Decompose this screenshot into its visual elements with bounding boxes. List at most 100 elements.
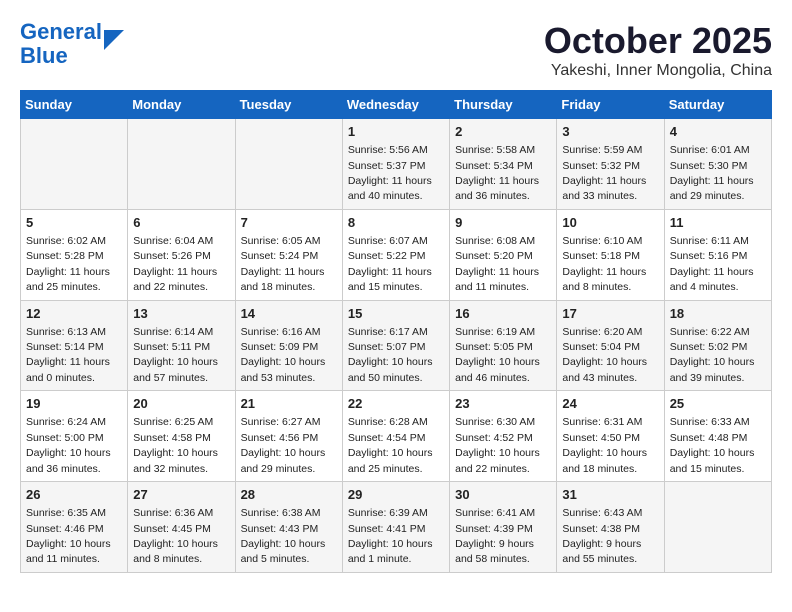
day-info: Sunrise: 6:22 AM Sunset: 5:02 PM Dayligh… bbox=[670, 326, 755, 384]
day-info: Sunrise: 6:01 AM Sunset: 5:30 PM Dayligh… bbox=[670, 144, 754, 202]
page-subtitle: Yakeshi, Inner Mongolia, China bbox=[544, 62, 772, 80]
day-info: Sunrise: 6:13 AM Sunset: 5:14 PM Dayligh… bbox=[26, 326, 110, 384]
col-header-friday: Friday bbox=[557, 91, 664, 119]
day-info: Sunrise: 6:28 AM Sunset: 4:54 PM Dayligh… bbox=[348, 416, 433, 474]
calendar-cell: 31 Sunrise: 6:43 AM Sunset: 4:38 PM Dayli… bbox=[557, 482, 664, 573]
calendar-cell: 19 Sunrise: 6:24 AM Sunset: 5:00 PM Dayli… bbox=[21, 391, 128, 482]
calendar-cell: 6 Sunrise: 6:04 AM Sunset: 5:26 PM Daylig… bbox=[128, 209, 235, 300]
day-info: Sunrise: 6:08 AM Sunset: 5:20 PM Dayligh… bbox=[455, 235, 539, 293]
day-number: 14 bbox=[241, 305, 337, 323]
day-number: 5 bbox=[26, 214, 122, 232]
logo-text: General Blue bbox=[20, 20, 102, 68]
calendar-week-2: 5 Sunrise: 6:02 AM Sunset: 5:28 PM Daylig… bbox=[21, 209, 772, 300]
day-number: 31 bbox=[562, 486, 658, 504]
day-info: Sunrise: 6:25 AM Sunset: 4:58 PM Dayligh… bbox=[133, 416, 218, 474]
col-header-tuesday: Tuesday bbox=[235, 91, 342, 119]
calendar-cell: 12 Sunrise: 6:13 AM Sunset: 5:14 PM Dayli… bbox=[21, 300, 128, 391]
day-info: Sunrise: 6:24 AM Sunset: 5:00 PM Dayligh… bbox=[26, 416, 111, 474]
day-number: 17 bbox=[562, 305, 658, 323]
calendar-cell bbox=[664, 482, 771, 573]
calendar-cell: 11Sunrise: 6:11 AM Sunset: 5:16 PM Dayli… bbox=[664, 209, 771, 300]
calendar-cell: 13 Sunrise: 6:14 AM Sunset: 5:11 PM Dayli… bbox=[128, 300, 235, 391]
col-header-saturday: Saturday bbox=[664, 91, 771, 119]
day-info: Sunrise: 6:41 AM Sunset: 4:39 PM Dayligh… bbox=[455, 507, 535, 565]
calendar-cell bbox=[235, 119, 342, 210]
day-number: 3 bbox=[562, 123, 658, 141]
day-info: Sunrise: 6:14 AM Sunset: 5:11 PM Dayligh… bbox=[133, 326, 218, 384]
page-header: General Blue October 2025 Yakeshi, Inner… bbox=[20, 20, 772, 80]
day-number: 10 bbox=[562, 214, 658, 232]
day-number: 25 bbox=[670, 395, 766, 413]
calendar-cell: 4 Sunrise: 6:01 AM Sunset: 5:30 PM Daylig… bbox=[664, 119, 771, 210]
page-title: October 2025 bbox=[544, 20, 772, 62]
calendar-cell bbox=[21, 119, 128, 210]
calendar-cell: 30 Sunrise: 6:41 AM Sunset: 4:39 PM Dayli… bbox=[450, 482, 557, 573]
day-info: Sunrise: 6:04 AM Sunset: 5:26 PM Dayligh… bbox=[133, 235, 217, 293]
day-number: 26 bbox=[26, 486, 122, 504]
calendar-cell: 22Sunrise: 6:28 AM Sunset: 4:54 PM Dayli… bbox=[342, 391, 449, 482]
day-number: 1 bbox=[348, 123, 444, 141]
day-info: Sunrise: 6:17 AM Sunset: 5:07 PM Dayligh… bbox=[348, 326, 433, 384]
day-info: Sunrise: 6:07 AM Sunset: 5:22 PM Dayligh… bbox=[348, 235, 432, 293]
calendar-cell: 28 Sunrise: 6:38 AM Sunset: 4:43 PM Dayli… bbox=[235, 482, 342, 573]
day-info: Sunrise: 6:02 AM Sunset: 5:28 PM Dayligh… bbox=[26, 235, 110, 293]
logo-icon bbox=[104, 30, 124, 50]
calendar-cell: 21 Sunrise: 6:27 AM Sunset: 4:56 PM Dayli… bbox=[235, 391, 342, 482]
day-number: 12 bbox=[26, 305, 122, 323]
day-number: 13 bbox=[133, 305, 229, 323]
day-number: 15 bbox=[348, 305, 444, 323]
calendar-cell: 20 Sunrise: 6:25 AM Sunset: 4:58 PM Dayli… bbox=[128, 391, 235, 482]
calendar-cell bbox=[128, 119, 235, 210]
calendar-cell: 23Sunrise: 6:30 AM Sunset: 4:52 PM Dayli… bbox=[450, 391, 557, 482]
calendar-cell: 14 Sunrise: 6:16 AM Sunset: 5:09 PM Dayli… bbox=[235, 300, 342, 391]
day-info: Sunrise: 6:16 AM Sunset: 5:09 PM Dayligh… bbox=[241, 326, 326, 384]
day-info: Sunrise: 6:05 AM Sunset: 5:24 PM Dayligh… bbox=[241, 235, 325, 293]
calendar-cell: 24 Sunrise: 6:31 AM Sunset: 4:50 PM Dayli… bbox=[557, 391, 664, 482]
day-info: Sunrise: 5:59 AM Sunset: 5:32 PM Dayligh… bbox=[562, 144, 646, 202]
day-info: Sunrise: 6:19 AM Sunset: 5:05 PM Dayligh… bbox=[455, 326, 540, 384]
day-info: Sunrise: 6:10 AM Sunset: 5:18 PM Dayligh… bbox=[562, 235, 646, 293]
day-number: 30 bbox=[455, 486, 551, 504]
day-number: 11 bbox=[670, 214, 766, 232]
day-number: 16 bbox=[455, 305, 551, 323]
day-number: 20 bbox=[133, 395, 229, 413]
day-info: Sunrise: 5:58 AM Sunset: 5:34 PM Dayligh… bbox=[455, 144, 539, 202]
calendar-cell: 2Sunrise: 5:58 AM Sunset: 5:34 PM Daylig… bbox=[450, 119, 557, 210]
calendar-cell: 18 Sunrise: 6:22 AM Sunset: 5:02 PM Dayli… bbox=[664, 300, 771, 391]
title-block: October 2025 Yakeshi, Inner Mongolia, Ch… bbox=[544, 20, 772, 80]
day-number: 9 bbox=[455, 214, 551, 232]
day-info: Sunrise: 6:38 AM Sunset: 4:43 PM Dayligh… bbox=[241, 507, 326, 565]
calendar-week-3: 12 Sunrise: 6:13 AM Sunset: 5:14 PM Dayli… bbox=[21, 300, 772, 391]
calendar-cell: 29Sunrise: 6:39 AM Sunset: 4:41 PM Dayli… bbox=[342, 482, 449, 573]
calendar-cell: 9 Sunrise: 6:08 AM Sunset: 5:20 PM Daylig… bbox=[450, 209, 557, 300]
day-info: Sunrise: 6:43 AM Sunset: 4:38 PM Dayligh… bbox=[562, 507, 642, 565]
calendar-cell: 10 Sunrise: 6:10 AM Sunset: 5:18 PM Dayli… bbox=[557, 209, 664, 300]
calendar-cell: 15 Sunrise: 6:17 AM Sunset: 5:07 PM Dayli… bbox=[342, 300, 449, 391]
col-header-sunday: Sunday bbox=[21, 91, 128, 119]
day-number: 6 bbox=[133, 214, 229, 232]
day-number: 21 bbox=[241, 395, 337, 413]
col-header-monday: Monday bbox=[128, 91, 235, 119]
day-info: Sunrise: 6:20 AM Sunset: 5:04 PM Dayligh… bbox=[562, 326, 647, 384]
calendar-cell: 8 Sunrise: 6:07 AM Sunset: 5:22 PM Daylig… bbox=[342, 209, 449, 300]
calendar-table: SundayMondayTuesdayWednesdayThursdayFrid… bbox=[20, 90, 772, 573]
logo: General Blue bbox=[20, 20, 124, 68]
calendar-week-1: 1Sunrise: 5:56 AM Sunset: 5:37 PM Daylig… bbox=[21, 119, 772, 210]
day-info: Sunrise: 6:27 AM Sunset: 4:56 PM Dayligh… bbox=[241, 416, 326, 474]
day-number: 24 bbox=[562, 395, 658, 413]
day-info: Sunrise: 6:36 AM Sunset: 4:45 PM Dayligh… bbox=[133, 507, 218, 565]
day-number: 18 bbox=[670, 305, 766, 323]
day-number: 8 bbox=[348, 214, 444, 232]
day-number: 4 bbox=[670, 123, 766, 141]
day-info: Sunrise: 6:35 AM Sunset: 4:46 PM Dayligh… bbox=[26, 507, 111, 565]
day-number: 27 bbox=[133, 486, 229, 504]
calendar-header-row: SundayMondayTuesdayWednesdayThursdayFrid… bbox=[21, 91, 772, 119]
calendar-cell: 17 Sunrise: 6:20 AM Sunset: 5:04 PM Dayli… bbox=[557, 300, 664, 391]
day-info: Sunrise: 6:39 AM Sunset: 4:41 PM Dayligh… bbox=[348, 507, 433, 565]
day-number: 7 bbox=[241, 214, 337, 232]
day-info: Sunrise: 6:33 AM Sunset: 4:48 PM Dayligh… bbox=[670, 416, 755, 474]
day-number: 28 bbox=[241, 486, 337, 504]
day-number: 19 bbox=[26, 395, 122, 413]
day-info: Sunrise: 6:31 AM Sunset: 4:50 PM Dayligh… bbox=[562, 416, 647, 474]
col-header-thursday: Thursday bbox=[450, 91, 557, 119]
